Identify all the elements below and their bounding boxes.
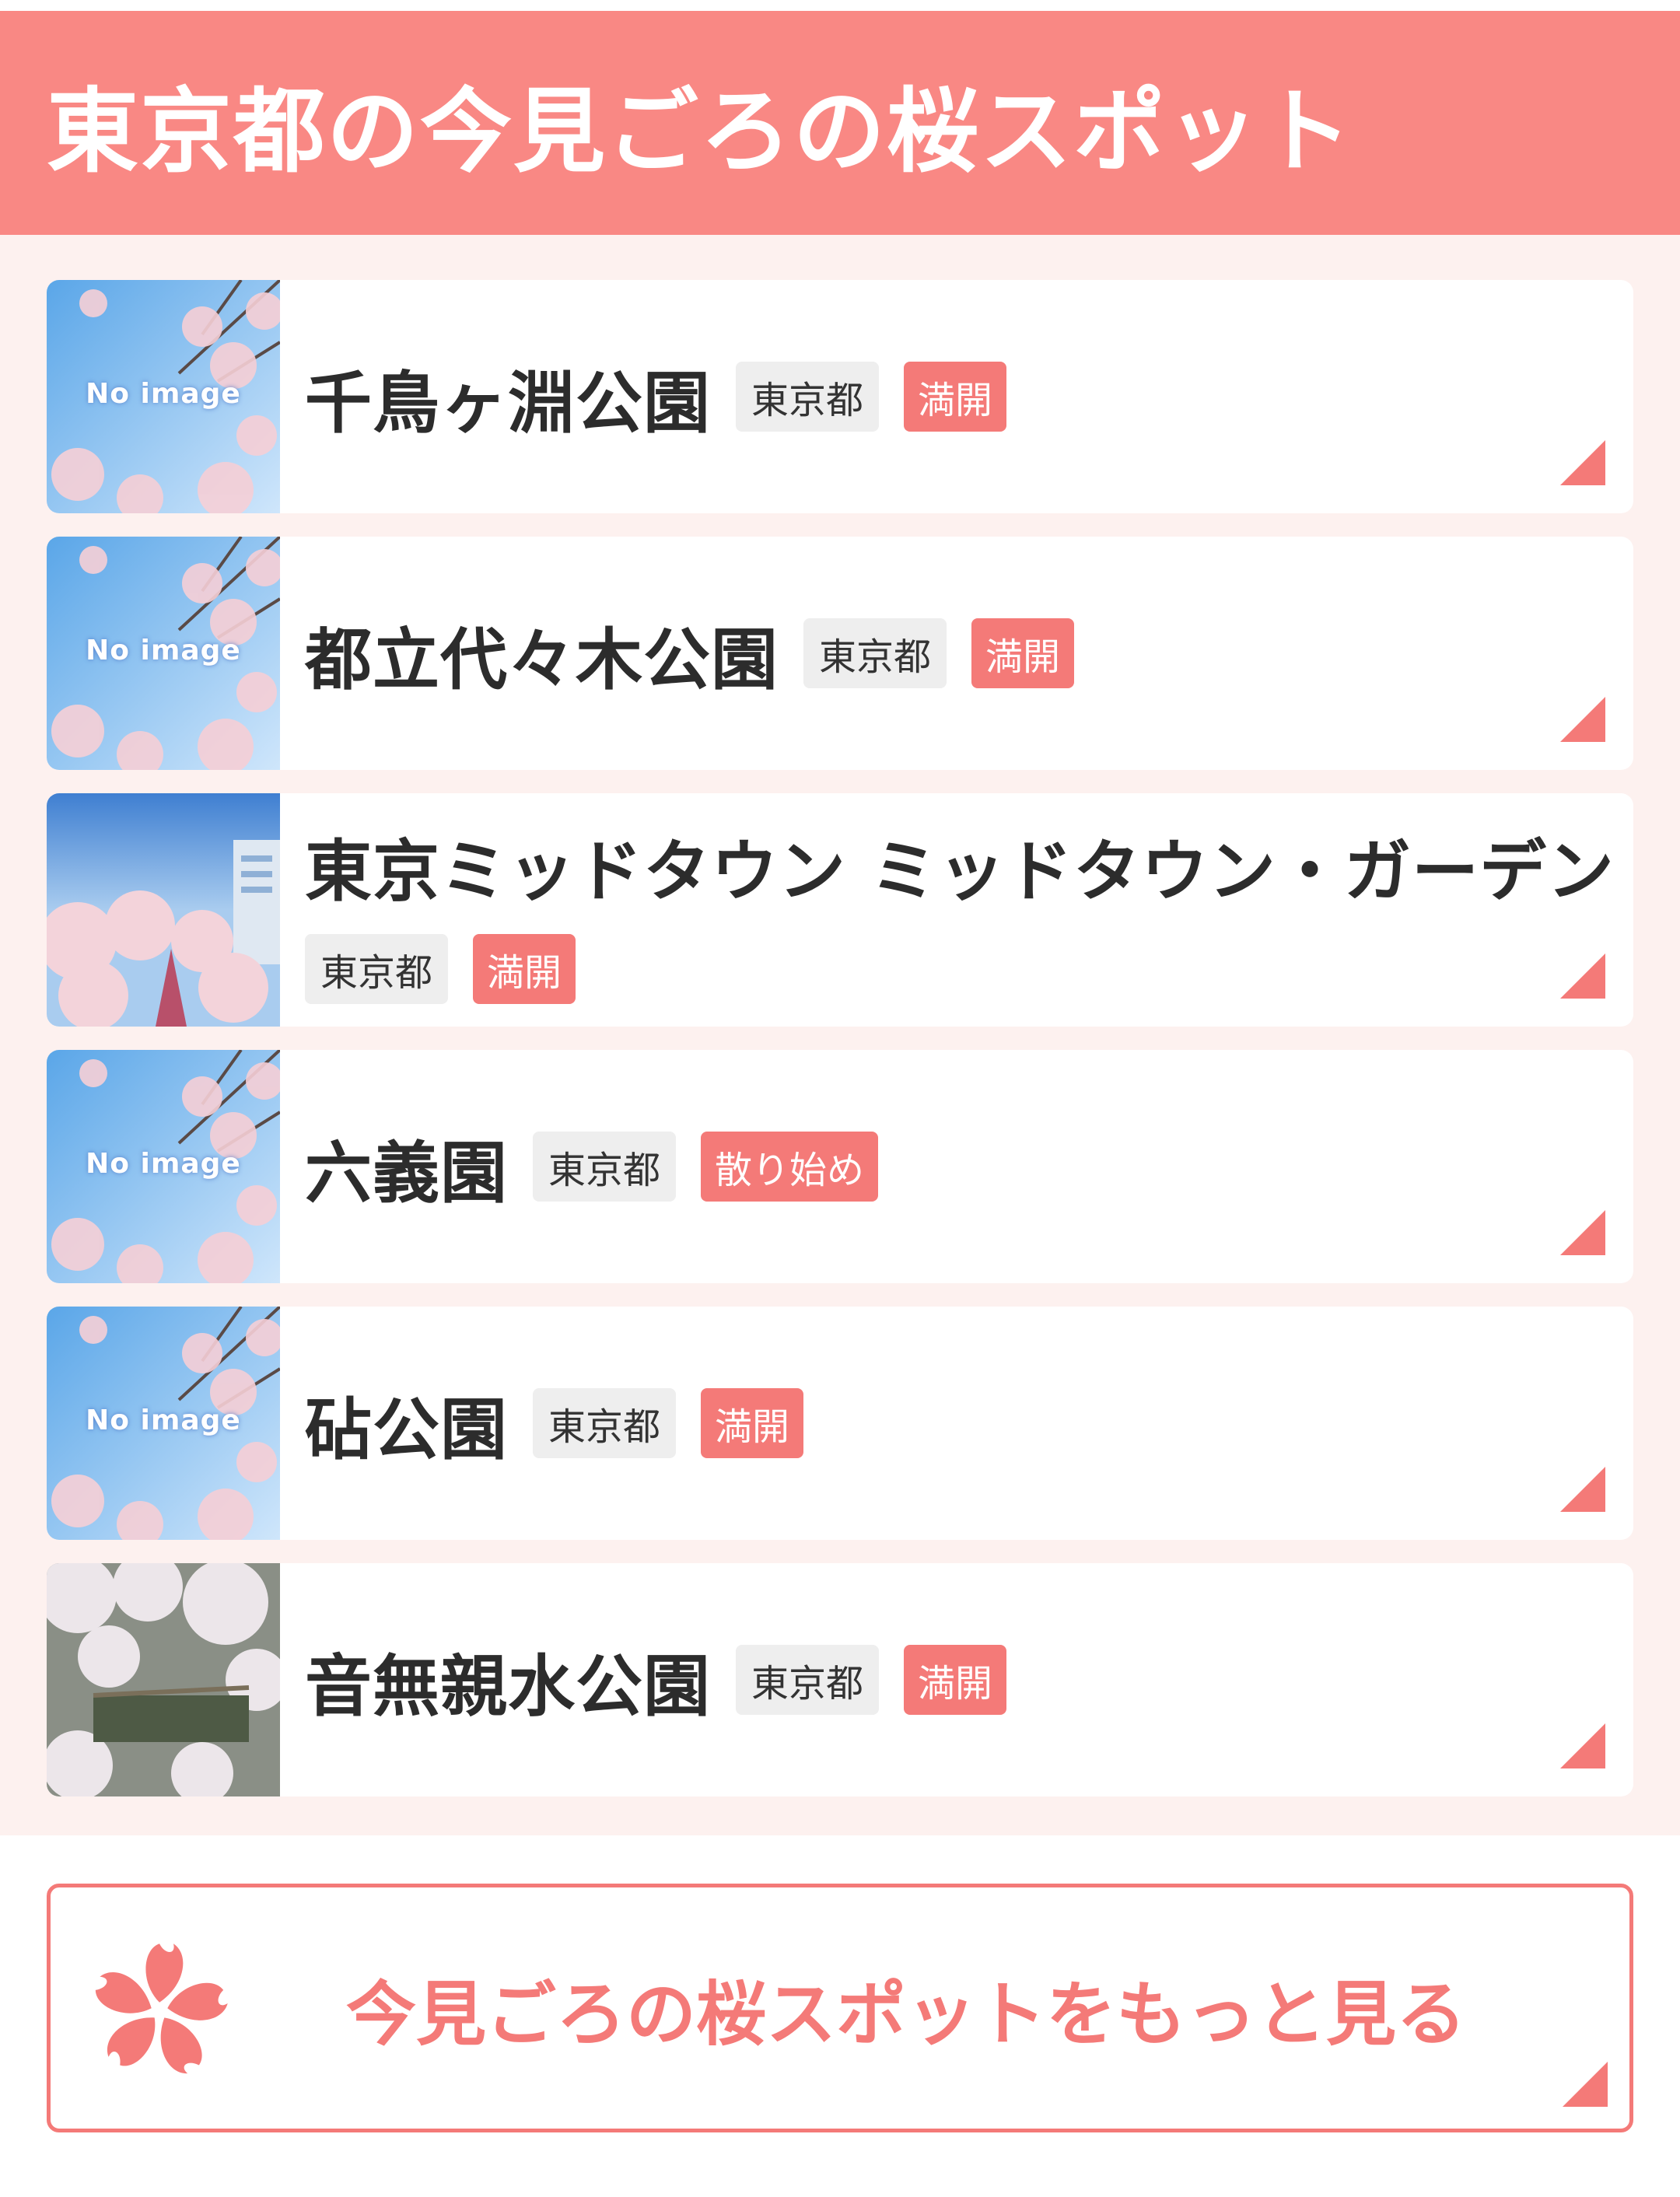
spot-thumbnail: No image (47, 280, 280, 513)
no-image-label: No image (86, 635, 241, 666)
corner-arrow-icon (1560, 953, 1605, 999)
status-badge: 散り始め (701, 1132, 879, 1202)
prefecture-tag: 東京都 (736, 1645, 880, 1715)
prefecture-tag: 東京都 (533, 1132, 677, 1202)
spot-name: 音無親水公園 (305, 1647, 711, 1726)
status-badge: 満開 (473, 933, 576, 1004)
more-spots-label: 今見ごろの桜スポットをもっと見る (346, 1974, 1466, 2055)
prefecture-tag: 東京都 (533, 1388, 677, 1458)
corner-arrow-icon (1560, 697, 1605, 742)
no-image-label: No image (86, 378, 241, 410)
spot-thumbnail (47, 793, 280, 1027)
sakura-icon (95, 1943, 228, 2074)
status-badge: 満開 (701, 1388, 804, 1458)
page-title: 東京都の今見ごろの桜スポット (47, 77, 1354, 185)
spot-card[interactable]: No image 六義園 東京都 散り始め (47, 1050, 1633, 1283)
prefecture-tag: 東京都 (305, 933, 449, 1004)
spot-card[interactable]: No image 都立代々木公園 東京都 満開 (47, 537, 1633, 770)
prefecture-tag: 東京都 (736, 362, 880, 432)
spot-card[interactable]: 音無親水公園 東京都 満開 (47, 1563, 1633, 1796)
spot-thumbnail: No image (47, 537, 280, 770)
corner-arrow-icon (1560, 1723, 1605, 1768)
top-strip (0, 0, 1680, 11)
no-image-label: No image (86, 1405, 241, 1436)
spot-name: 六義園 (305, 1134, 508, 1212)
status-badge: 満開 (904, 1645, 1007, 1715)
spot-card[interactable]: No image 砧公園 東京都 満開 (47, 1307, 1633, 1540)
more-area: 今見ごろの桜スポットをもっと見る (0, 1835, 1680, 2132)
spot-thumbnail: No image (47, 1307, 280, 1540)
corner-arrow-icon (1563, 2062, 1608, 2107)
prefecture-tag: 東京都 (803, 618, 947, 688)
spot-card[interactable]: 東京ミッドタウン ミッドタウン・ガーデン 東京都 満開 (47, 793, 1633, 1027)
spot-card[interactable]: No image 千鳥ヶ淵公園 東京都 満開 (47, 280, 1633, 513)
status-badge: 満開 (971, 618, 1075, 688)
spot-list: No image 千鳥ヶ淵公園 東京都 満開 No image 都立代々木公園 … (47, 280, 1633, 1796)
spot-name: 千鳥ヶ淵公園 (305, 364, 711, 443)
spot-list-area: No image 千鳥ヶ淵公園 東京都 満開 No image 都立代々木公園 … (0, 235, 1680, 1835)
more-spots-button[interactable]: 今見ごろの桜スポットをもっと見る (47, 1884, 1633, 2132)
corner-arrow-icon (1560, 1210, 1605, 1255)
spot-name: 東京ミッドタウン ミッドタウン・ガーデン (305, 832, 1615, 911)
spot-name: 砧公園 (305, 1391, 508, 1469)
status-badge: 満開 (904, 362, 1007, 432)
corner-arrow-icon (1560, 1467, 1605, 1512)
spot-thumbnail: No image (47, 1050, 280, 1283)
corner-arrow-icon (1560, 440, 1605, 485)
spot-thumbnail (47, 1563, 280, 1796)
no-image-label: No image (86, 1148, 241, 1180)
page-header: 東京都の今見ごろの桜スポット (0, 11, 1680, 235)
spot-name: 都立代々木公園 (305, 621, 779, 699)
